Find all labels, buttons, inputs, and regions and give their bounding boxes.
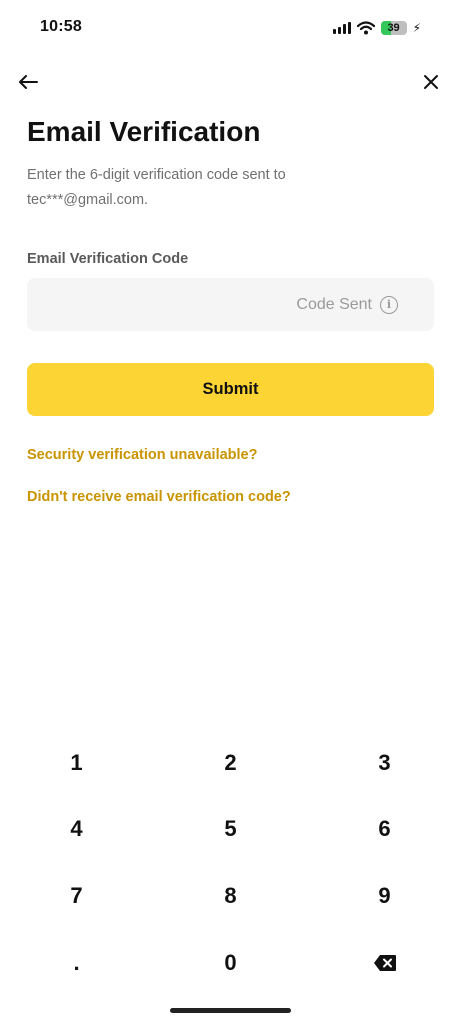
no-email-code-link[interactable]: Didn't receive email verification code? [27,489,291,505]
submit-button[interactable]: Submit [27,363,434,416]
close-button[interactable] [411,62,451,102]
key-2[interactable]: 2 [154,730,307,796]
key-9[interactable]: 9 [308,863,461,929]
key-3[interactable]: 3 [308,730,461,796]
cellular-signal-icon [332,22,351,34]
home-indicator [170,1008,291,1013]
wifi-icon [356,21,375,35]
verification-code-field: Code Sent i [27,278,434,331]
status-icons: 39 ⚡ [332,18,421,38]
backspace-icon [373,955,396,971]
battery-level: 39 [387,22,400,34]
status-time: 10:58 [40,18,82,35]
page-description: Enter the 6-digit verification code sent… [27,167,286,208]
key-decimal[interactable]: . [0,930,153,996]
key-5[interactable]: 5 [154,796,307,862]
close-icon [424,75,438,89]
page-title: Email Verification [27,116,261,147]
code-sent-indicator: Code Sent i [296,278,398,331]
security-verification-unavailable-link[interactable]: Security verification unavailable? [27,447,257,463]
key-4[interactable]: 4 [0,796,153,862]
key-1[interactable]: 1 [0,730,153,796]
back-button[interactable] [8,62,48,102]
verification-code-input[interactable] [27,278,297,331]
key-backspace[interactable] [308,930,461,996]
key-0[interactable]: 0 [154,930,307,996]
key-8[interactable]: 8 [154,863,307,929]
key-6[interactable]: 6 [308,796,461,862]
charging-bolt-icon: ⚡ [412,21,421,35]
code-sent-label: Code Sent [296,295,372,313]
key-7[interactable]: 7 [0,863,153,929]
info-icon[interactable]: i [380,295,398,314]
arrow-left-icon [19,75,38,89]
battery-icon: 39 [380,21,407,35]
code-field-label: Email Verification Code [27,251,189,267]
